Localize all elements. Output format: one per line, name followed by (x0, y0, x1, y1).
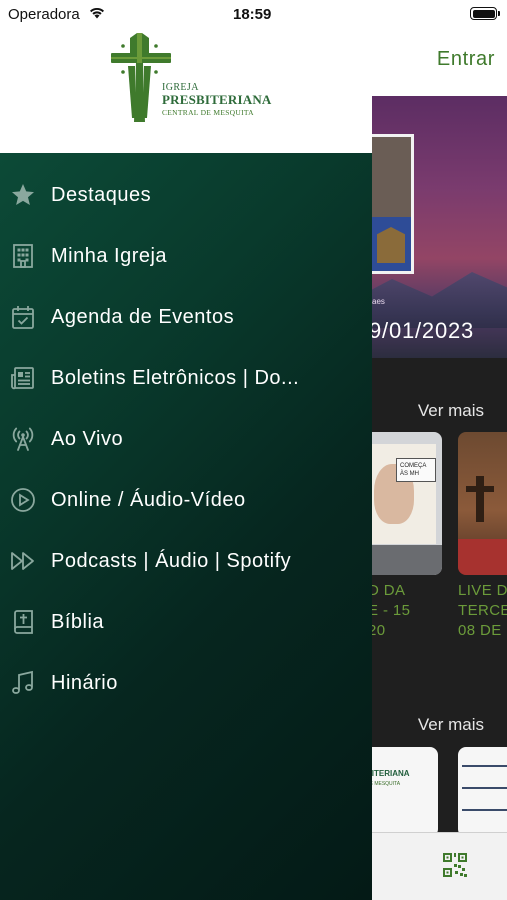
star-icon (9, 181, 37, 209)
menu-item-podcasts[interactable]: Podcasts | Áudio | Spotify (0, 536, 372, 586)
menu-item-agenda-de-eventos[interactable]: Agenda de Eventos (0, 292, 372, 342)
fast-forward-icon (9, 547, 37, 575)
clock: 18:59 (233, 6, 272, 23)
building-icon (9, 242, 37, 270)
featured-banner[interactable]: aes 9/01/2023 (372, 96, 507, 358)
tab-bar (372, 832, 507, 900)
menu-item-label: Boletins Eletrônicos | Do... (51, 366, 300, 389)
card-title[interactable]: LIVE D TERCE 08 DE (458, 581, 507, 641)
battery-icon (470, 7, 500, 20)
logo-text-line3: CENTRAL DE MESQUITA (162, 108, 254, 117)
menu-item-label: Hinário (51, 671, 118, 694)
qr-code-icon[interactable] (443, 853, 467, 877)
menu-item-label: Podcasts | Áudio | Spotify (51, 549, 292, 572)
banner-caption: aes (372, 297, 385, 306)
broadcast-antenna-icon (9, 425, 37, 453)
laptop-keyboard (362, 545, 442, 575)
menu-item-ao-vivo[interactable]: Ao Vivo (0, 414, 372, 464)
card-title[interactable]: D DA E - 15 20 (368, 581, 410, 641)
login-button[interactable]: Entrar (437, 48, 495, 71)
navigation-drawer: Operadora 18:59 IGREJA PRESBITERIANA CEN… (0, 0, 372, 900)
menu-item-label: Minha Igreja (51, 244, 168, 267)
music-note-icon (9, 669, 37, 697)
menu-item-label: Ao Vivo (51, 427, 124, 450)
newspaper-icon (9, 364, 37, 392)
menu-item-minha-igreja[interactable]: Minha Igreja (0, 231, 372, 281)
logo-text-line2: PRESBITERIANA (162, 92, 272, 107)
menu-item-destaques[interactable]: Destaques (0, 170, 372, 220)
bible-icon (9, 608, 37, 636)
cross-icon (466, 476, 494, 522)
see-more-link[interactable]: Ver mais (418, 715, 484, 735)
menu-item-label: Online / Áudio-Vídeo (51, 488, 246, 511)
wifi-icon (90, 7, 104, 19)
banner-photo (372, 134, 414, 274)
menu-item-biblia[interactable]: Bíblia (0, 597, 372, 647)
video-card-thumbnail[interactable] (458, 432, 507, 575)
menu-item-hinario[interactable]: Hinário (0, 658, 372, 708)
banner-date: 9/01/2023 (372, 318, 475, 343)
bulletin-card[interactable]: BITERIANA DE MESQUITA (362, 747, 438, 837)
drawer-header: Operadora 18:59 IGREJA PRESBITERIANA CEN… (0, 0, 372, 153)
menu-item-label: Bíblia (51, 610, 105, 633)
menu-item-label: Agenda de Eventos (51, 305, 235, 328)
calendar-check-icon (9, 303, 37, 331)
menu-item-label: Destaques (51, 183, 152, 206)
play-circle-icon (9, 486, 37, 514)
menu-item-online-audio-video[interactable]: Online / Áudio-Vídeo (0, 475, 372, 525)
church-emblem-icon (377, 227, 405, 263)
bulletin-card[interactable] (458, 747, 507, 837)
carrier-name: Operadora (8, 6, 80, 23)
video-card-thumbnail[interactable]: COMEÇA ÀS MH (362, 432, 442, 575)
card-note: COMEÇA ÀS MH (396, 458, 436, 482)
see-more-link[interactable]: Ver mais (418, 401, 484, 421)
drawer-menu: Destaques Minha Igreja Agenda de Eventos… (0, 153, 372, 900)
menu-item-boletins[interactable]: Boletins Eletrônicos | Do... (0, 353, 372, 403)
